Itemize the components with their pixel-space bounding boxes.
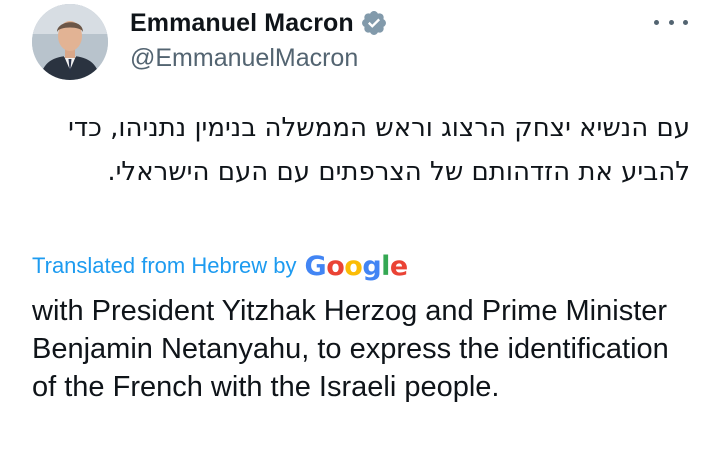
google-logo: Google (304, 250, 409, 282)
dot (683, 19, 688, 25)
author-name-row: Emmanuel Macron (130, 6, 388, 40)
translated-text: with President Yitzhak Herzog and Prime … (32, 295, 669, 403)
author-name[interactable]: Emmanuel Macron (130, 9, 354, 38)
tweet-text: עם הנשיא יצחק הרצוג וראש הממשלה בנימין נ… (68, 113, 690, 187)
translated-from-link[interactable]: Translated from Hebrew by (32, 253, 297, 279)
avatar-image (32, 4, 108, 80)
translation-attribution: Translated from Hebrew by Google (32, 250, 408, 282)
verified-badge-icon (360, 9, 388, 37)
author-handle[interactable]: @EmmanuelMacron (130, 44, 358, 73)
dot (654, 19, 659, 25)
dot (668, 19, 674, 25)
avatar[interactable] (32, 4, 108, 80)
more-options-icon[interactable] (654, 12, 688, 32)
